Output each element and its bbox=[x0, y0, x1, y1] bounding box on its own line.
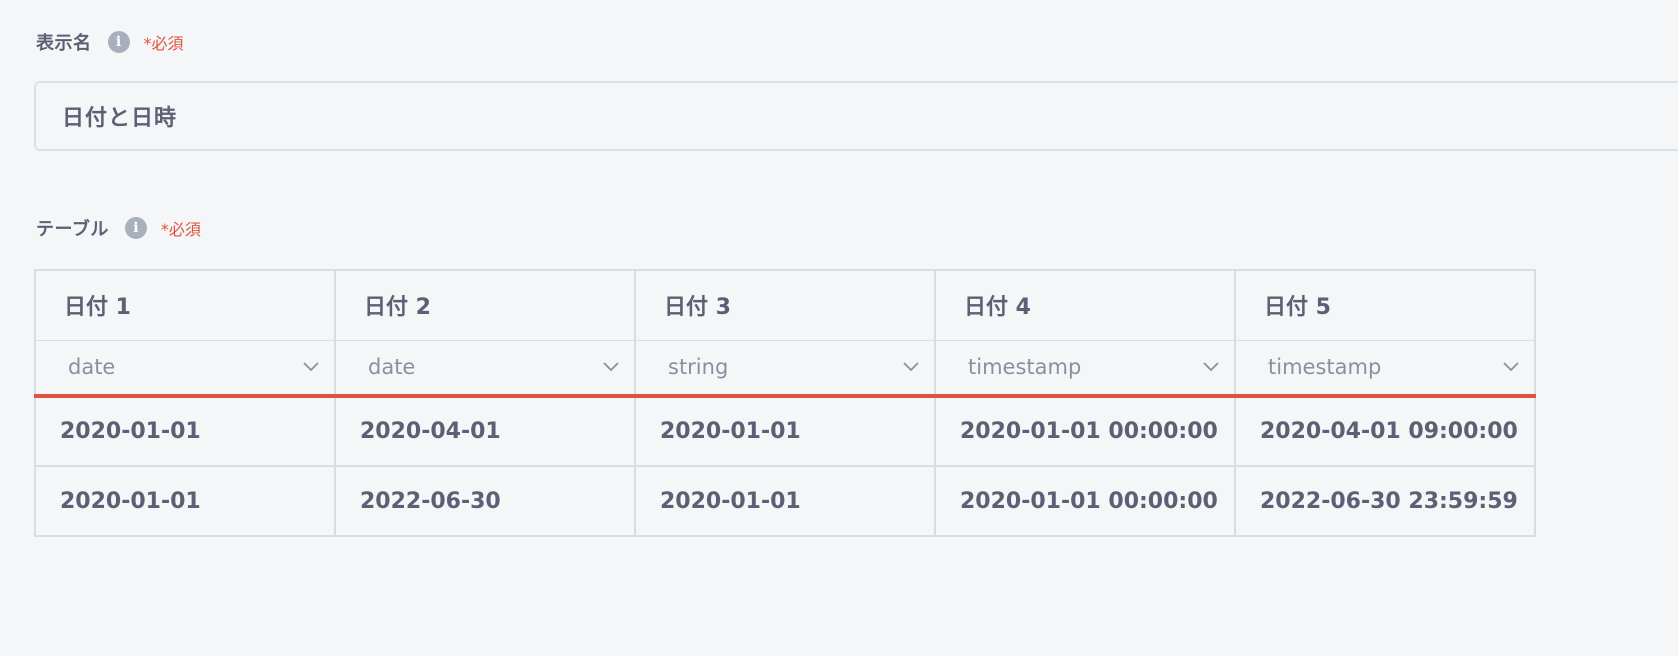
table-cell[interactable]: 2020-01-01 bbox=[634, 465, 936, 537]
table-cell[interactable]: 2022-06-30 23:59:59 bbox=[1234, 465, 1536, 537]
chevron-down-icon bbox=[603, 362, 619, 372]
display-name-label: 表示名 bbox=[36, 33, 92, 54]
required-badge: *必須 bbox=[143, 34, 184, 53]
column-type-select[interactable]: string bbox=[636, 341, 934, 395]
column-type-row: date date string timestamp timestamp bbox=[34, 339, 1536, 398]
table-cell[interactable]: 2020-01-01 00:00:00 bbox=[934, 395, 1236, 467]
column-name-header[interactable]: 日付 5 bbox=[1234, 269, 1536, 340]
chevron-down-icon bbox=[303, 362, 319, 372]
display-name-input[interactable]: 日付と日時 bbox=[34, 81, 1678, 151]
table-cell[interactable]: 2020-01-01 bbox=[34, 465, 336, 537]
table-cell[interactable]: 2020-01-01 00:00:00 bbox=[934, 465, 1236, 537]
column-type-value: date bbox=[68, 355, 116, 380]
chevron-down-icon bbox=[1203, 362, 1219, 372]
column-name-header[interactable]: 日付 4 bbox=[934, 269, 1236, 340]
info-icon[interactable]: i bbox=[124, 217, 147, 239]
required-badge: *必須 bbox=[160, 220, 201, 239]
table-cell[interactable]: 2020-04-01 09:00:00 bbox=[1234, 395, 1536, 467]
column-name-row: 日付 1 日付 2 日付 3 日付 4 日付 5 bbox=[34, 269, 1536, 340]
table-cell[interactable]: 2020-04-01 bbox=[334, 395, 636, 467]
column-type-value: timestamp bbox=[1268, 355, 1382, 380]
column-type-value: timestamp bbox=[968, 355, 1082, 380]
column-type-cell: date bbox=[34, 339, 336, 398]
column-type-cell: date bbox=[334, 339, 636, 398]
table-cell[interactable]: 2020-01-01 bbox=[34, 395, 336, 467]
table-label-row: テーブル i *必須 bbox=[36, 216, 201, 240]
display-name-label-row: 表示名 i *必須 bbox=[36, 30, 184, 54]
table-cell[interactable]: 2020-01-01 bbox=[634, 395, 936, 467]
table-row: 2020-01-01 2022-06-30 2020-01-01 2020-01… bbox=[34, 465, 1536, 537]
column-type-select[interactable]: date bbox=[336, 341, 634, 395]
column-type-select[interactable]: timestamp bbox=[1236, 341, 1534, 395]
column-type-value: date bbox=[368, 355, 416, 380]
column-name-header[interactable]: 日付 1 bbox=[34, 269, 336, 340]
column-type-cell: timestamp bbox=[934, 339, 1236, 398]
data-table: 日付 1 日付 2 日付 3 日付 4 日付 5 date date strin… bbox=[34, 269, 1536, 537]
info-icon[interactable]: i bbox=[107, 31, 130, 53]
column-type-cell: string bbox=[634, 339, 936, 398]
column-name-header[interactable]: 日付 2 bbox=[334, 269, 636, 340]
table-label: テーブル bbox=[36, 219, 109, 240]
chevron-down-icon bbox=[1503, 362, 1519, 372]
table-cell[interactable]: 2022-06-30 bbox=[334, 465, 636, 537]
table-row: 2020-01-01 2020-04-01 2020-01-01 2020-01… bbox=[34, 395, 1536, 467]
display-name-value: 日付と日時 bbox=[62, 106, 178, 131]
column-type-select[interactable]: date bbox=[36, 341, 334, 395]
column-type-cell: timestamp bbox=[1234, 339, 1536, 398]
column-type-value: string bbox=[668, 355, 729, 380]
column-name-header[interactable]: 日付 3 bbox=[634, 269, 936, 340]
column-type-select[interactable]: timestamp bbox=[936, 341, 1234, 395]
chevron-down-icon bbox=[903, 362, 919, 372]
